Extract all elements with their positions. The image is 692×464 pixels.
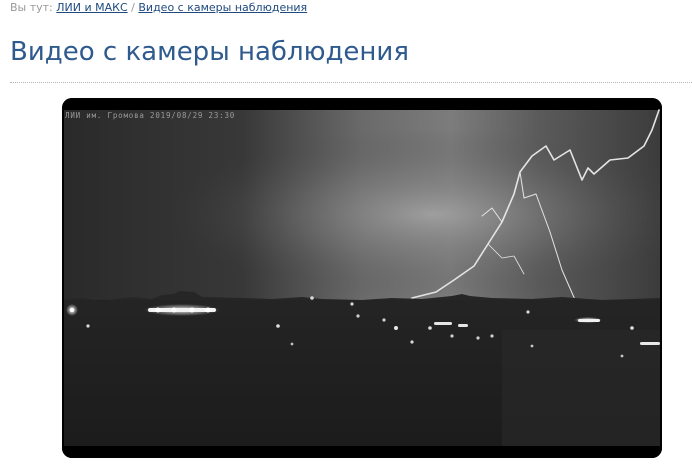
- camera-caption: ЛИИ им. Громова 2019/08/29 23:30: [65, 111, 235, 120]
- letterbox-bottom: [62, 446, 662, 458]
- breadcrumb: Вы тут: ЛИИ и МАКС / Видео с камеры набл…: [10, 1, 307, 15]
- breadcrumb-link-current[interactable]: Видео с камеры наблюдения: [138, 1, 307, 14]
- breadcrumb-separator: /: [131, 1, 135, 14]
- breadcrumb-prefix: Вы тут:: [10, 1, 53, 14]
- sky-glow: [64, 110, 660, 300]
- page: Вы тут: ЛИИ и МАКС / Видео с камеры набл…: [0, 0, 692, 464]
- letterbox-left: [62, 110, 64, 446]
- video-player[interactable]: ЛИИ им. Громова 2019/08/29 23:30: [62, 98, 662, 458]
- page-title: Видео с камеры наблюдения: [10, 37, 409, 67]
- breadcrumb-link-lii-maks[interactable]: ЛИИ и МАКС: [56, 1, 127, 14]
- letterbox-top: [62, 98, 662, 110]
- title-divider: [10, 82, 692, 83]
- video-frame[interactable]: ЛИИ им. Громова 2019/08/29 23:30: [62, 98, 662, 458]
- letterbox-right: [660, 110, 662, 446]
- ground-patch: [502, 330, 660, 446]
